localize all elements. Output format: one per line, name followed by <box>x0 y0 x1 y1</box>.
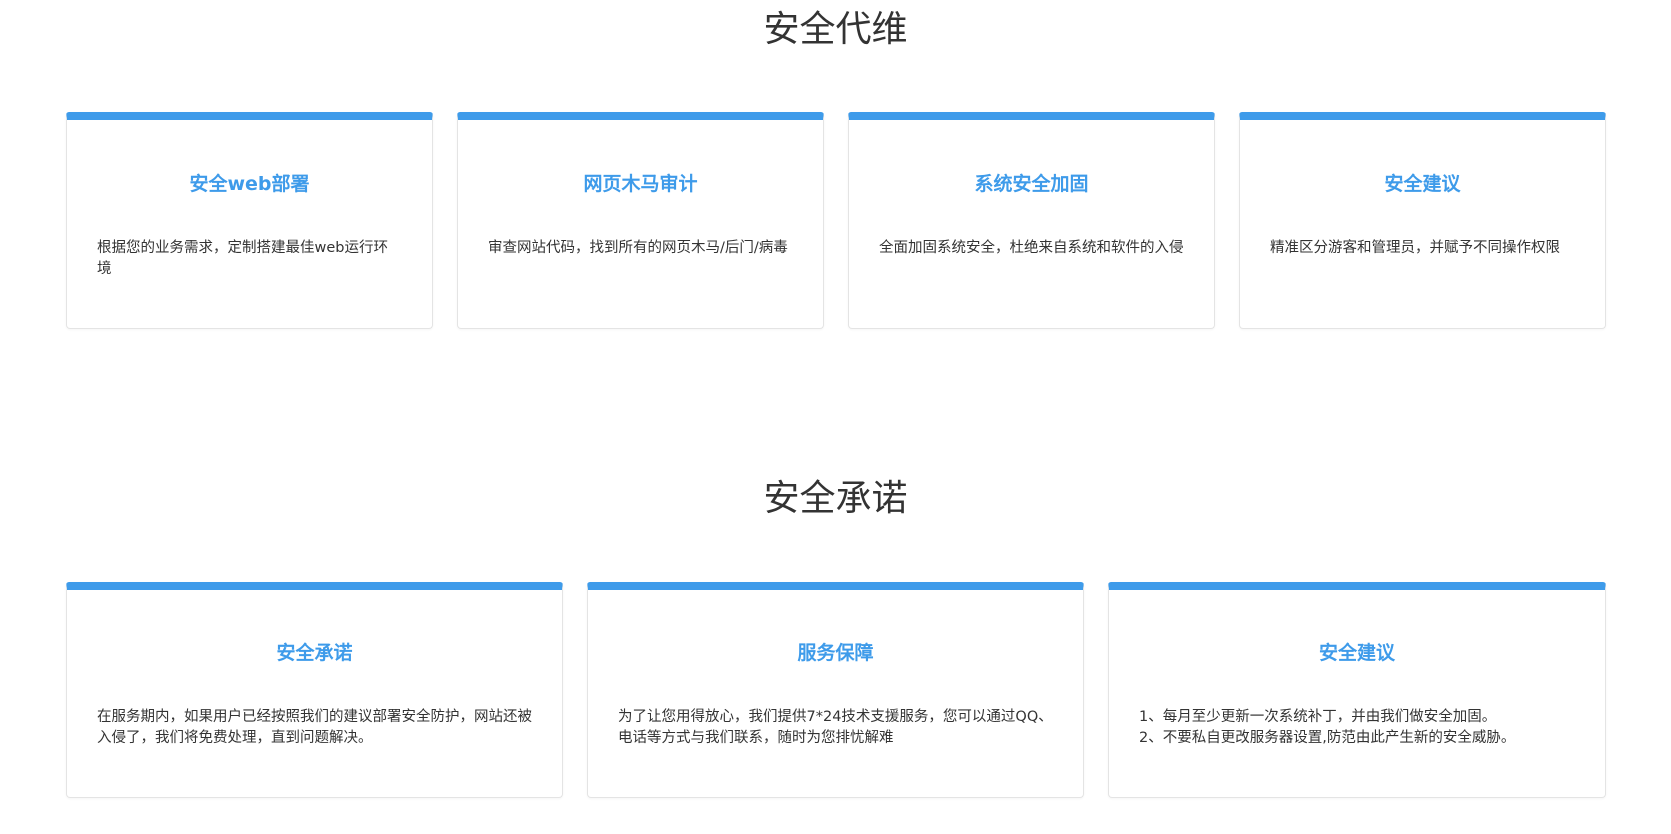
section-title-maintenance: 安全代维 <box>763 9 908 50</box>
card-desc-list: 1、每月至少更新一次系统补丁，并由我们做安全加固。 2、不要私自更改服务器设置,… <box>1139 707 1575 749</box>
card-title: 安全建议 <box>1318 642 1395 664</box>
card-security-advice: 安全建议 精准区分游客和管理员，并赋予不同操作权限 <box>1239 112 1606 329</box>
card-web-deployment: 安全web部署 根据您的业务需求，定制搭建最佳web运行环境 <box>66 112 433 329</box>
card-desc: 为了让您用得放心，我们提供7*24技术支援服务，您可以通过QQ、电话等方式与我们… <box>618 709 1053 746</box>
suggestion-item: 1、每月至少更新一次系统补丁，并由我们做安全加固。 <box>1139 709 1497 725</box>
section-title-commitment: 安全承诺 <box>763 478 908 519</box>
card-title: 安全承诺 <box>276 642 353 664</box>
card-system-hardening: 系统安全加固 全面加固系统安全，杜绝来自系统和软件的入侵 <box>848 112 1215 329</box>
card-desc: 根据您的业务需求，定制搭建最佳web运行环境 <box>97 240 388 277</box>
suggestion-item: 2、不要私自更改服务器设置,防范由此产生新的安全威胁。 <box>1139 730 1516 746</box>
card-trojan-audit: 网页木马审计 审查网站代码，找到所有的网页木马/后门/病毒 <box>457 112 824 329</box>
card-title: 服务保障 <box>797 642 874 664</box>
card-desc: 在服务期内，如果用户已经按照我们的建议部署安全防护，网站还被入侵了，我们将免费处… <box>97 709 532 746</box>
card-title: 安全建议 <box>1384 173 1461 195</box>
card-service-guarantee: 服务保障 为了让您用得放心，我们提供7*24技术支援服务，您可以通过QQ、电话等… <box>587 582 1084 798</box>
card-desc: 精准区分游客和管理员，并赋予不同操作权限 <box>1270 240 1560 256</box>
card-title: 安全web部署 <box>189 173 310 195</box>
card-desc: 全面加固系统安全，杜绝来自系统和软件的入侵 <box>879 240 1184 256</box>
card-security-commitment: 安全承诺 在服务期内，如果用户已经按照我们的建议部署安全防护，网站还被入侵了，我… <box>66 582 563 798</box>
card-desc: 审查网站代码，找到所有的网页木马/后门/病毒 <box>488 240 788 256</box>
card-title: 网页木马审计 <box>583 173 698 195</box>
card-security-suggestions: 安全建议 1、每月至少更新一次系统补丁，并由我们做安全加固。 2、不要私自更改服… <box>1108 582 1606 798</box>
card-title: 系统安全加固 <box>974 173 1089 195</box>
